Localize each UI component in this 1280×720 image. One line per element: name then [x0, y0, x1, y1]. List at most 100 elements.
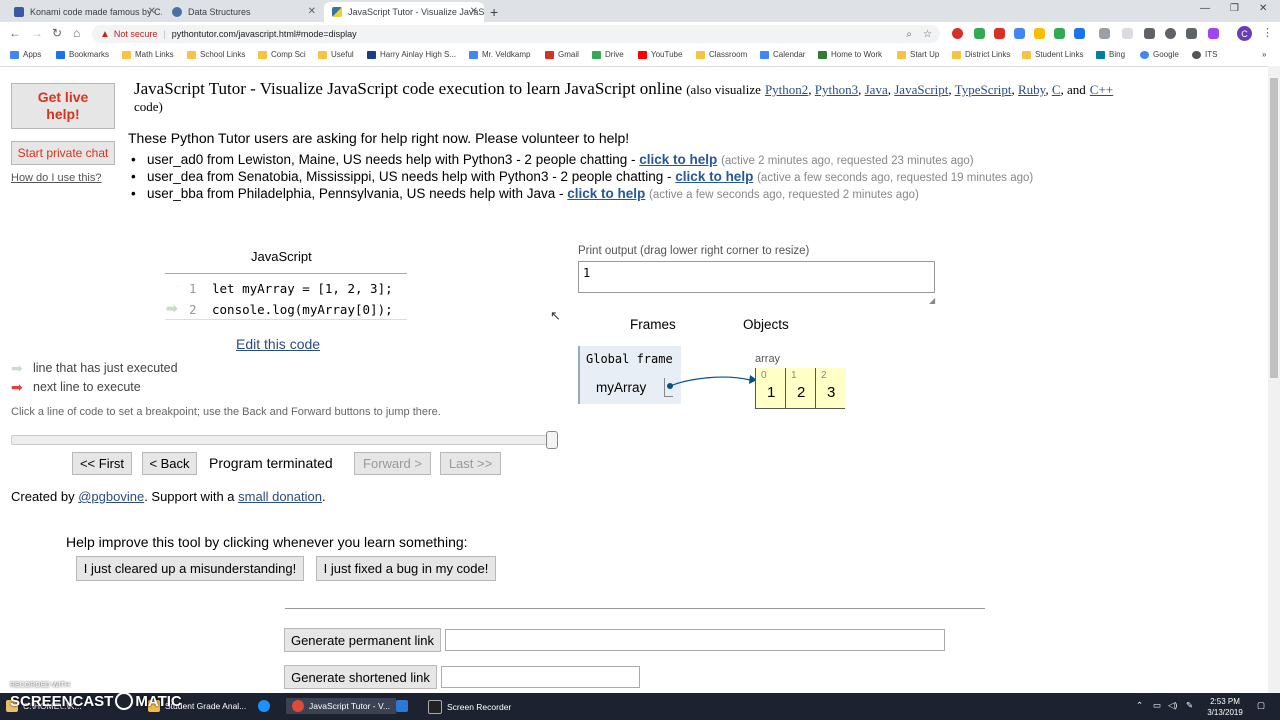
bookmark-apps[interactable]: Apps	[10, 50, 41, 59]
start-private-chat-button[interactable]: Start private chat	[11, 141, 115, 165]
first-button[interactable]: << First	[72, 452, 132, 475]
lang-link-java[interactable]: Java	[865, 82, 888, 97]
lang-link-python2[interactable]: Python2	[765, 82, 808, 97]
pen-icon[interactable]: ✎	[1186, 700, 1193, 711]
more-bookmarks-icon[interactable]: »	[1262, 50, 1266, 59]
bookmark-item[interactable]: Student Links	[1022, 50, 1083, 59]
code-line[interactable]: let myArray = [1, 2, 3];	[212, 281, 393, 296]
bookmark-item[interactable]: Start Up	[897, 50, 939, 59]
bookmark-item[interactable]: Calendar	[760, 50, 805, 59]
generate-permanent-link-button[interactable]: Generate permanent link	[284, 628, 441, 652]
bookmark-item[interactable]: Home to Work	[818, 50, 882, 59]
extension-icon[interactable]	[952, 28, 963, 39]
volume-icon[interactable]: ◁)	[1168, 700, 1177, 711]
extension-icon[interactable]	[1054, 28, 1065, 39]
network-icon[interactable]: ▭	[1153, 700, 1161, 711]
click-to-help-link[interactable]: click to help	[567, 186, 645, 201]
extension-icon[interactable]	[974, 28, 985, 39]
taskbar-item[interactable]	[258, 700, 275, 712]
extension-icon[interactable]	[1186, 28, 1197, 39]
lang-link-ruby[interactable]: Ruby	[1018, 82, 1045, 97]
bookmark-item[interactable]: Useful	[318, 50, 354, 59]
extension-icon[interactable]	[1074, 28, 1085, 39]
adblock-icon[interactable]	[994, 28, 1005, 39]
last-button[interactable]: Last >>	[440, 452, 501, 475]
close-icon[interactable]: ✕	[148, 6, 156, 17]
bookmark-item[interactable]: Drive	[592, 50, 624, 59]
bookmark-item[interactable]: Math Links	[122, 50, 174, 59]
zoom-icon[interactable]: ⌕	[906, 29, 912, 40]
permanent-link-field[interactable]	[445, 629, 945, 651]
code-line[interactable]: console.log(myArray[0]);	[212, 302, 393, 317]
get-live-help-button[interactable]: Get live help!	[11, 83, 115, 129]
bookmark-item[interactable]: Harry Ainlay High S...	[367, 50, 456, 59]
click-to-help-link[interactable]: click to help	[675, 169, 753, 184]
lang-link-c[interactable]: C	[1052, 82, 1061, 97]
taskbar-item-active[interactable]: JavaScript Tutor - V...	[286, 698, 396, 714]
lang-link-cpp[interactable]: C++	[1090, 82, 1113, 97]
tab-javascript-tutor[interactable]: JavaScript Tutor - Visualize JavaS... ✕	[324, 2, 484, 22]
bookmark-item[interactable]: Gmail	[545, 50, 579, 59]
bookmark-item[interactable]: ITS	[1192, 50, 1217, 59]
menu-dots-icon[interactable]: ⋮	[1262, 26, 1273, 39]
window-close-icon[interactable]: ✕	[1259, 3, 1267, 14]
avatar[interactable]: C	[1237, 26, 1252, 41]
bookmark-item[interactable]: Bing	[1096, 50, 1125, 59]
extension-icon[interactable]	[1034, 28, 1045, 39]
scrollbar-thumb[interactable]	[1270, 78, 1278, 378]
lang-link-javascript[interactable]: JavaScript	[894, 82, 948, 97]
fixed-bug-button[interactable]: I just fixed a bug in my code!	[316, 556, 496, 581]
extension-icon[interactable]	[1122, 28, 1133, 39]
shortened-link-field[interactable]	[441, 666, 640, 688]
tab-konami[interactable]: Konami code made famous by C... ✕	[6, 2, 162, 22]
bookmark-item[interactable]: Classroom	[696, 50, 747, 59]
line-number[interactable]: 1	[189, 281, 197, 296]
home-icon[interactable]: ⌂	[73, 26, 80, 40]
how-to-use-link[interactable]: How do I use this?	[11, 172, 102, 184]
bookmark-item[interactable]: Comp Sci	[258, 50, 306, 59]
maximize-icon[interactable]: ❐	[1230, 3, 1239, 14]
line-number[interactable]: 2	[189, 302, 197, 317]
click-to-help-link[interactable]: click to help	[639, 152, 717, 167]
extension-icon[interactable]	[1014, 28, 1025, 39]
bookmark-item[interactable]: Mr. Veldkamp	[469, 50, 530, 59]
misunderstanding-button[interactable]: I just cleared up a misunderstanding!	[76, 556, 304, 581]
taskbar-item[interactable]: Screen Recorder	[428, 700, 511, 714]
extension-icon[interactable]	[1099, 28, 1110, 39]
notifications-icon[interactable]: ▢	[1257, 700, 1265, 711]
pen-icon[interactable]	[1144, 28, 1155, 39]
author-link[interactable]: @pgbovine	[78, 489, 144, 504]
scrollbar[interactable]	[1268, 66, 1280, 693]
address-bar[interactable]: ▲ Not secure | pythontutor.com/javascrip…	[92, 25, 940, 43]
execution-slider[interactable]	[11, 431, 558, 449]
power-icon[interactable]	[1165, 28, 1176, 39]
bookmark-item[interactable]: School Links	[187, 50, 245, 59]
tab-data-structures[interactable]: Data Structures ✕	[164, 2, 322, 22]
new-tab-button[interactable]: +	[490, 2, 510, 22]
resize-handle-icon[interactable]: ◢	[929, 296, 935, 305]
back-arrow-icon[interactable]: ←	[9, 26, 21, 40]
star-icon[interactable]: ☆	[923, 29, 932, 40]
slider-handle[interactable]	[546, 431, 558, 449]
lang-link-python3[interactable]: Python3	[815, 82, 858, 97]
bookmark-item[interactable]: Google	[1140, 50, 1179, 59]
tray-chevron-icon[interactable]: ⌃	[1136, 700, 1143, 711]
donation-link[interactable]: small donation	[238, 489, 322, 504]
lang-link-typescript[interactable]: TypeScript	[955, 82, 1012, 97]
reload-icon[interactable]: ↻	[52, 26, 62, 40]
close-icon[interactable]: ✕	[470, 6, 478, 17]
back-button[interactable]: < Back	[142, 452, 197, 475]
extension-icon[interactable]	[1208, 28, 1219, 39]
edit-code-link[interactable]: Edit this code	[236, 336, 320, 352]
bookmark-item[interactable]: YouTube	[638, 50, 682, 59]
clock[interactable]: 2:53 PM 3/13/2019	[1203, 696, 1247, 718]
generate-shortened-link-button[interactable]: Generate shortened link	[284, 665, 437, 689]
bookmark-item[interactable]: Bookmarks	[56, 50, 109, 59]
forward-button[interactable]: Forward >	[354, 452, 431, 475]
bookmark-item[interactable]: District Links	[952, 50, 1010, 59]
minimize-icon[interactable]: —	[1200, 3, 1210, 14]
taskbar-item[interactable]	[396, 700, 413, 712]
print-output-box[interactable]: 1	[578, 261, 935, 293]
forward-arrow-icon[interactable]: →	[31, 26, 43, 40]
close-icon[interactable]: ✕	[308, 6, 316, 17]
